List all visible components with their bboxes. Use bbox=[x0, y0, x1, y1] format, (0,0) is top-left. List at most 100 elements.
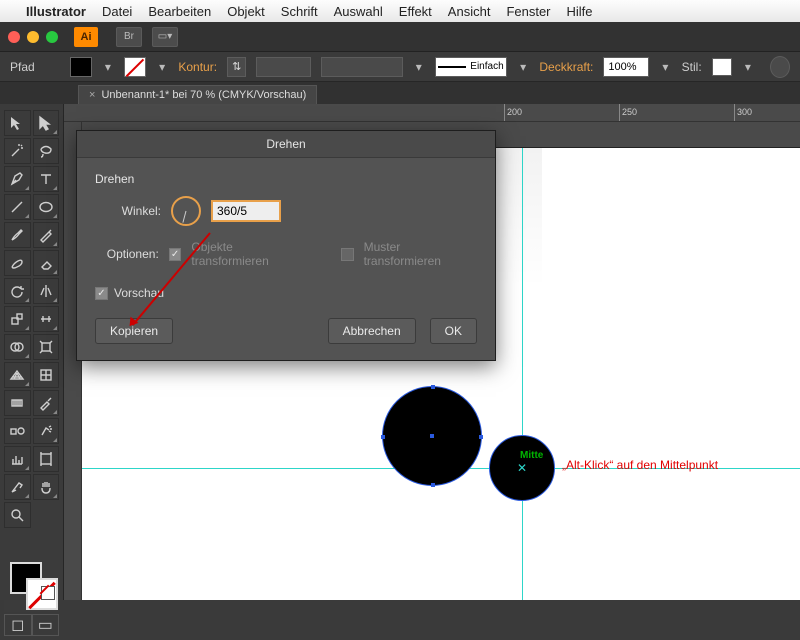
type-tool-icon[interactable] bbox=[33, 166, 60, 192]
zoom-tool-icon[interactable] bbox=[4, 502, 31, 528]
brush-dropdown-icon[interactable]: ▾ bbox=[413, 60, 426, 74]
fill-stroke-indicator[interactable] bbox=[4, 558, 59, 612]
zoom-window-icon[interactable] bbox=[46, 31, 58, 43]
stroke-weight-stepper[interactable]: ⇅ bbox=[227, 57, 246, 77]
perspective-grid-tool-icon[interactable] bbox=[4, 362, 31, 388]
stil-label: Stil: bbox=[682, 60, 702, 74]
draw-normal-icon[interactable]: ◻ bbox=[4, 614, 32, 636]
app-name[interactable]: Illustrator bbox=[26, 4, 86, 19]
checkbox-preview[interactable]: ✓ bbox=[95, 287, 108, 300]
checkbox-transform-patterns[interactable] bbox=[341, 248, 354, 261]
blend-tool-icon[interactable] bbox=[4, 418, 31, 444]
fill-swatch-dropdown-icon[interactable]: ▾ bbox=[102, 60, 115, 74]
checkbox-transform-objects[interactable]: ✓ bbox=[169, 248, 182, 261]
bridge-launch-icon[interactable]: Br bbox=[116, 27, 142, 47]
magic-wand-tool-icon[interactable] bbox=[4, 138, 31, 164]
column-graph-tool-icon[interactable] bbox=[4, 446, 31, 472]
paintbrush-tool-icon[interactable] bbox=[4, 222, 31, 248]
artboard-tool-icon[interactable] bbox=[33, 446, 60, 472]
menu-datei[interactable]: Datei bbox=[102, 4, 132, 19]
stroke-weight-field[interactable] bbox=[256, 57, 311, 77]
annotation-alt-click: „Alt-Klick“ auf den Mittelpunkt bbox=[562, 458, 718, 472]
app-badge-icon: Ai bbox=[74, 27, 98, 47]
fill-swatch[interactable] bbox=[70, 57, 92, 77]
opacity-dropdown-icon[interactable]: ▾ bbox=[659, 60, 672, 74]
shape-builder-tool-icon[interactable] bbox=[4, 334, 31, 360]
mesh-tool-icon[interactable] bbox=[33, 362, 60, 388]
selection-handle-icon[interactable] bbox=[479, 435, 483, 439]
rotate-dialog: Drehen Drehen Winkel: 360/5 Optionen: ✓ … bbox=[76, 130, 496, 361]
tool-panel: ◻ ▭ bbox=[0, 104, 64, 600]
menu-schrift[interactable]: Schrift bbox=[281, 4, 318, 19]
ruler-horizontal[interactable]: 200 250 300 bbox=[64, 104, 800, 122]
screen-mode-icon[interactable]: ▭ bbox=[32, 614, 60, 636]
stroke-swatch-dropdown-icon[interactable]: ▾ bbox=[156, 60, 169, 74]
angle-knob[interactable] bbox=[171, 196, 201, 226]
reflect-tool-icon[interactable] bbox=[33, 278, 60, 304]
eyedropper-tool-icon[interactable] bbox=[33, 390, 60, 416]
menu-bearbeiten[interactable]: Bearbeiten bbox=[148, 4, 211, 19]
ok-button[interactable]: OK bbox=[430, 318, 477, 344]
option-transform-objects-label: Objekte transformieren bbox=[191, 240, 309, 268]
close-tab-icon[interactable]: × bbox=[89, 89, 95, 101]
blob-brush-tool-icon[interactable] bbox=[4, 250, 31, 276]
options-label: Optionen: bbox=[95, 247, 159, 261]
angle-label: Winkel: bbox=[95, 204, 161, 218]
style-dropdown-icon[interactable]: ▾ bbox=[742, 60, 755, 74]
option-transform-patterns-label: Muster transformieren bbox=[364, 240, 477, 268]
arrange-documents-icon[interactable]: ▭▾ bbox=[152, 27, 178, 47]
guide-vertical[interactable] bbox=[522, 148, 523, 600]
document-tab-row: × Unbenannt-1* bei 70 % (CMYK/Vorschau) bbox=[0, 82, 800, 104]
ruler-tick: 300 bbox=[734, 104, 752, 121]
shape-large-circle[interactable] bbox=[382, 386, 482, 486]
menu-effekt[interactable]: Effekt bbox=[399, 4, 432, 19]
selection-handle-icon[interactable] bbox=[431, 483, 435, 487]
kontur-label[interactable]: Kontur: bbox=[178, 60, 217, 74]
cancel-button[interactable]: Abbrechen bbox=[328, 318, 416, 344]
window-titlebar: Ai Br ▭▾ bbox=[0, 22, 800, 52]
line-style-dropdown-icon[interactable]: ▾ bbox=[517, 60, 530, 74]
gradient-tool-icon[interactable] bbox=[4, 390, 31, 416]
selection-handle-icon[interactable] bbox=[381, 435, 385, 439]
brush-definition-field[interactable] bbox=[321, 57, 403, 77]
slice-tool-icon[interactable] bbox=[4, 474, 31, 500]
ellipse-tool-icon[interactable] bbox=[33, 194, 60, 220]
hand-tool-icon[interactable] bbox=[33, 474, 60, 500]
rotation-center-icon: ✕ bbox=[517, 461, 527, 475]
close-window-icon[interactable] bbox=[8, 31, 20, 43]
opacity-field[interactable]: 100% bbox=[603, 57, 649, 77]
angle-input[interactable]: 360/5 bbox=[211, 200, 281, 222]
scale-tool-icon[interactable] bbox=[4, 306, 31, 332]
eraser-tool-icon[interactable] bbox=[33, 250, 60, 276]
menu-fenster[interactable]: Fenster bbox=[506, 4, 550, 19]
line-style-field[interactable]: Einfach bbox=[435, 57, 507, 77]
deckkraft-label[interactable]: Deckkraft: bbox=[539, 60, 593, 74]
menu-hilfe[interactable]: Hilfe bbox=[567, 4, 593, 19]
shape-small-circle[interactable]: ✕ bbox=[489, 435, 555, 501]
menu-auswahl[interactable]: Auswahl bbox=[334, 4, 383, 19]
selection-tool-icon[interactable] bbox=[4, 110, 31, 136]
color-mode-none-icon[interactable] bbox=[41, 586, 55, 600]
line-tool-icon[interactable] bbox=[4, 194, 31, 220]
pencil-tool-icon[interactable] bbox=[33, 222, 60, 248]
minimize-window-icon[interactable] bbox=[27, 31, 39, 43]
width-tool-icon[interactable] bbox=[33, 306, 60, 332]
dialog-title: Drehen bbox=[77, 131, 495, 158]
symbol-sprayer-tool-icon[interactable] bbox=[33, 418, 60, 444]
stroke-swatch[interactable] bbox=[124, 57, 146, 77]
selection-handle-icon[interactable] bbox=[431, 385, 435, 389]
menu-ansicht[interactable]: Ansicht bbox=[448, 4, 491, 19]
recolor-artwork-icon[interactable] bbox=[770, 56, 790, 78]
ruler-tick: 250 bbox=[619, 104, 637, 121]
dialog-section-label: Drehen bbox=[95, 172, 477, 186]
macos-menubar: Illustrator Datei Bearbeiten Objekt Schr… bbox=[0, 0, 800, 22]
direct-selection-tool-icon[interactable] bbox=[33, 110, 60, 136]
document-tab[interactable]: × Unbenannt-1* bei 70 % (CMYK/Vorschau) bbox=[78, 85, 317, 104]
pen-tool-icon[interactable] bbox=[4, 166, 31, 192]
free-transform-tool-icon[interactable] bbox=[33, 334, 60, 360]
menu-objekt[interactable]: Objekt bbox=[227, 4, 265, 19]
rotate-tool-icon[interactable] bbox=[4, 278, 31, 304]
lasso-tool-icon[interactable] bbox=[33, 138, 60, 164]
style-swatch[interactable] bbox=[712, 58, 732, 76]
app-window: Ai Br ▭▾ Pfad ▾ ▾ Kontur: ⇅ ▾ Einfach▾ D… bbox=[0, 22, 800, 600]
